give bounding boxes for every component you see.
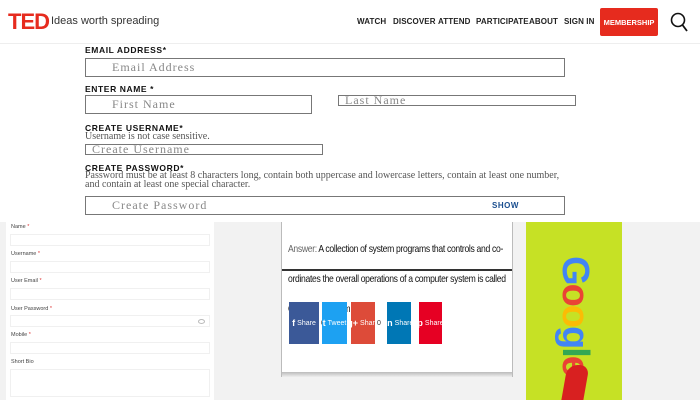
twitter-icon: t	[322, 318, 326, 328]
nav-about[interactable]: ABOUT	[529, 17, 558, 26]
short-bio-textarea[interactable]	[10, 369, 210, 397]
nav-sign-in[interactable]: SIGN IN	[564, 17, 594, 26]
email-label: EMAIL ADDRESS*	[85, 45, 167, 55]
signup-form: Name * Username * User Email * User Pass…	[6, 222, 214, 400]
mobile-input[interactable]	[10, 342, 210, 354]
username-help: Username is not case sensitive.	[85, 131, 210, 142]
first-name-field[interactable]: First Name	[85, 95, 312, 114]
signup-label: User Password *	[11, 306, 52, 312]
answer-panel: Answer: A collection of system programs …	[281, 222, 513, 377]
pinterest-icon: p	[417, 318, 423, 328]
share-label: Share	[394, 319, 414, 327]
ted-tagline: Ideas worth spreading	[51, 15, 160, 27]
twitter-share-button[interactable]: t Tweet	[322, 302, 347, 344]
signup-label: Short Bio	[11, 359, 34, 365]
share-count: 0	[375, 302, 383, 344]
facebook-icon: f	[292, 318, 296, 328]
last-name-placeholder: Last Name	[345, 93, 407, 107]
share-label: Share	[424, 319, 444, 327]
signup-label: Username *	[11, 251, 41, 257]
username-field[interactable]: Create Username	[85, 142, 323, 156]
user-email-input[interactable]	[10, 288, 210, 300]
google-logo: Google	[554, 256, 596, 375]
lower-collage: Name * Username * User Email * User Pass…	[0, 222, 700, 400]
password-help: Password must be at least 8 characters l…	[85, 170, 560, 190]
username-input[interactable]	[10, 261, 210, 273]
nav-participate[interactable]: PARTICIPATE	[476, 17, 529, 26]
username-placeholder: Create Username	[92, 142, 190, 156]
answer-label: Answer:	[288, 243, 317, 255]
name-input[interactable]	[10, 234, 210, 246]
registration-form: EMAIL ADDRESS* Email Address ENTER NAME …	[0, 44, 700, 222]
google-plus-share-button[interactable]: g+ Share	[347, 302, 379, 344]
signup-label: User Email *	[11, 278, 42, 284]
password-placeholder: Create Password	[112, 198, 208, 212]
eye-icon[interactable]	[198, 319, 205, 324]
tweet-label: Tweet	[327, 319, 347, 327]
linkedin-icon: in	[384, 318, 393, 328]
facebook-share-button[interactable]: f Share	[289, 302, 319, 344]
signup-label: Mobile *	[11, 332, 31, 338]
google-image: Google	[526, 222, 622, 400]
nav-discover[interactable]: DISCOVER	[393, 17, 436, 26]
user-password-input[interactable]	[10, 315, 210, 327]
email-placeholder: Email Address	[112, 60, 196, 74]
last-name-field[interactable]: Last Name	[338, 93, 576, 107]
nav-watch[interactable]: WATCH	[357, 17, 386, 26]
pinterest-share-button[interactable]: p Share	[417, 302, 444, 344]
ted-logo[interactable]: TED	[8, 9, 50, 35]
membership-button[interactable]: MEMBERSHIP	[600, 8, 658, 36]
search-icon[interactable]	[670, 12, 688, 32]
first-name-placeholder: First Name	[112, 97, 176, 111]
share-label: Share	[297, 319, 316, 327]
linkedin-share-button[interactable]: in Share	[384, 302, 414, 344]
signup-label: Name *	[11, 224, 30, 230]
panel-bottom-edge	[282, 372, 512, 377]
divider	[282, 269, 512, 271]
email-field[interactable]: Email Address	[85, 58, 565, 77]
nav-attend[interactable]: ATTEND	[438, 17, 470, 26]
name-label: ENTER NAME *	[85, 84, 155, 94]
show-password-button[interactable]: SHOW	[492, 201, 519, 210]
google-plus-icon: g+	[347, 318, 359, 328]
ted-header: TED Ideas worth spreading WATCH DISCOVER…	[0, 0, 700, 44]
